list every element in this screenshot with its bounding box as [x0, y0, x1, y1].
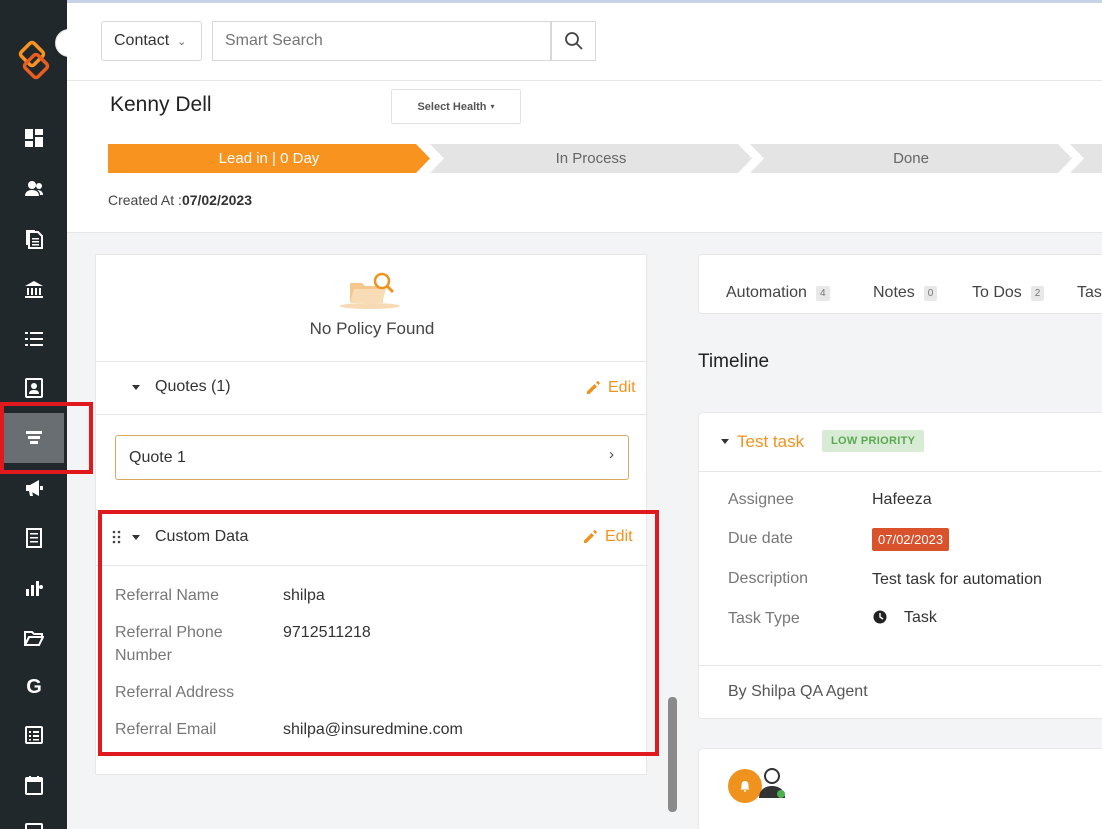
divider: [96, 361, 648, 362]
task-title[interactable]: Test task: [737, 432, 804, 452]
task-card: Test task LOW PRIORITY Assignee Hafeeza …: [698, 412, 1102, 719]
agent-avatar-icon: [759, 768, 785, 798]
quote-item[interactable]: Quote 1 ›: [115, 435, 629, 480]
stage-pipeline: Lead in | 0 Day In Process Done: [108, 144, 1102, 173]
task-type-label: Task Type: [728, 610, 800, 627]
caret-down-icon: ▾: [490, 102, 495, 111]
bank-icon[interactable]: [22, 278, 46, 302]
search-button[interactable]: [551, 21, 596, 61]
google-icon[interactable]: G: [22, 675, 46, 699]
stage-lead-in[interactable]: Lead in | 0 Day: [108, 144, 430, 173]
collapse-caret-icon[interactable]: [721, 439, 729, 444]
assignee-value: Hafeeza: [872, 491, 932, 508]
sheet-icon[interactable]: [22, 723, 46, 747]
module-select[interactable]: Contact ⌄: [101, 21, 202, 61]
timeline-card: [698, 748, 1102, 829]
contact-name: Kenny Dell: [110, 93, 212, 116]
header-divider: [67, 80, 1102, 81]
assignee-label: Assignee: [728, 491, 794, 508]
custom-data-highlight-box: [98, 510, 659, 756]
quotes-edit-link[interactable]: Edit: [586, 379, 636, 397]
description-label: Description: [728, 570, 809, 587]
chevron-right-icon: ›: [609, 446, 614, 463]
created-by-text: By Shilpa QA Agent: [728, 683, 868, 700]
divider: [699, 665, 1102, 666]
tab-tasks[interactable]: Tas: [1077, 284, 1102, 302]
timeline-title: Timeline: [698, 351, 770, 372]
no-policy-folder-icon: [340, 272, 400, 309]
due-date-label: Due date: [728, 530, 793, 547]
sidebar-highlight-box: [0, 402, 93, 474]
dashboard-icon[interactable]: [22, 126, 46, 150]
task-type-value: Task: [904, 609, 937, 626]
folder-icon[interactable]: [22, 626, 46, 650]
tab-todos[interactable]: To Dos 2: [972, 284, 1045, 302]
calendar-icon[interactable]: [22, 773, 46, 797]
tab-notes[interactable]: Notes 0: [873, 284, 938, 302]
chevron-down-icon: ⌄: [177, 35, 187, 48]
collapse-caret-icon[interactable]: [132, 385, 140, 390]
pencil-icon: [587, 381, 600, 394]
tab-automation[interactable]: Automation 4: [726, 284, 830, 302]
no-policy-text: No Policy Found: [309, 319, 435, 338]
stage-done[interactable]: Done: [750, 144, 1072, 173]
divider: [96, 414, 648, 415]
clock-icon: [873, 610, 887, 624]
search-icon: [564, 32, 583, 50]
select-health-dropdown[interactable]: Select Health ▾: [391, 89, 521, 124]
count-badge: 2: [1030, 285, 1045, 301]
more-nav-icon[interactable]: [22, 818, 46, 829]
divider: [699, 471, 1102, 472]
count-badge: 4: [815, 285, 830, 301]
stage-next[interactable]: [1070, 144, 1102, 173]
smart-search-input[interactable]: [212, 21, 551, 61]
contacts-icon[interactable]: [22, 177, 46, 201]
activity-tabs: Automation 4 Notes 0 To Dos 2 Tas: [698, 254, 1102, 314]
scrollbar-thumb[interactable]: [668, 697, 677, 812]
created-at: Created At :07/02/2023: [108, 192, 253, 208]
quotes-section-title[interactable]: Quotes (1): [155, 378, 231, 396]
list-icon[interactable]: [22, 327, 46, 351]
documents-icon[interactable]: [22, 227, 46, 251]
insuredmine-logo[interactable]: [14, 40, 54, 80]
ledger-icon[interactable]: [22, 526, 46, 550]
description-value: Test task for automation: [872, 571, 1042, 588]
count-badge: 0: [923, 285, 938, 301]
analytics-icon[interactable]: [22, 576, 46, 600]
due-date-badge: 07/02/2023: [872, 528, 950, 551]
priority-badge: LOW PRIORITY: [822, 430, 925, 452]
contact-card-icon[interactable]: [22, 376, 46, 400]
megaphone-icon[interactable]: [22, 476, 46, 500]
contact-header: Contact ⌄ Kenny Dell Select Health ▾ Lea…: [67, 3, 1102, 233]
stage-in-process[interactable]: In Process: [430, 144, 752, 173]
